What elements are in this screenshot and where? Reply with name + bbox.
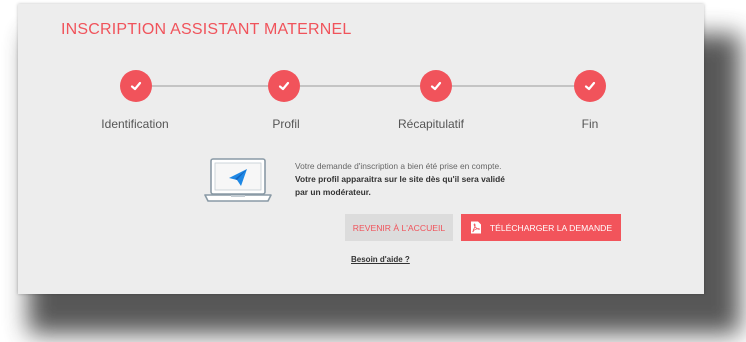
step-label-identification: Identification [101,117,169,131]
confirmation-message: Votre demande d'inscription a bien été p… [295,160,555,199]
return-home-button[interactable]: REVENIR À L'ACCUEIL [345,214,453,241]
step-label-profil: Profil [272,117,300,131]
step-fin-check [574,70,606,102]
step-profil-check [268,70,300,102]
confirmation-line-1: Votre demande d'inscription a bien été p… [295,161,502,171]
check-icon [584,81,596,91]
step-label-recapitulatif: Récapitulatif [397,117,465,131]
help-link[interactable]: Besoin d'aide ? [351,255,410,264]
confirmation-line-2: Votre profil apparaitra sur le site dès … [295,174,505,184]
return-home-label: REVENIR À L'ACCUEIL [352,222,446,233]
registration-card: INSCRIPTION ASSISTANT MATERNEL Identific… [18,4,704,294]
step-connector [152,85,268,87]
check-icon [130,81,142,91]
step-label-fin: Fin [581,117,599,131]
step-connector [300,85,420,87]
step-identification-check [120,70,152,102]
confirmation-line-3: par un modérateur. [295,187,371,197]
pdf-file-icon [470,221,482,234]
download-request-button[interactable]: TÉLÉCHARGER LA DEMANDE [461,214,621,241]
download-request-label: TÉLÉCHARGER LA DEMANDE [489,222,613,233]
step-recapitulatif-check [420,70,452,102]
check-icon [278,81,290,91]
step-connector [452,85,574,87]
laptop-paper-plane-icon [204,158,272,202]
check-icon [430,81,442,91]
page-title: INSCRIPTION ASSISTANT MATERNEL [61,21,352,38]
